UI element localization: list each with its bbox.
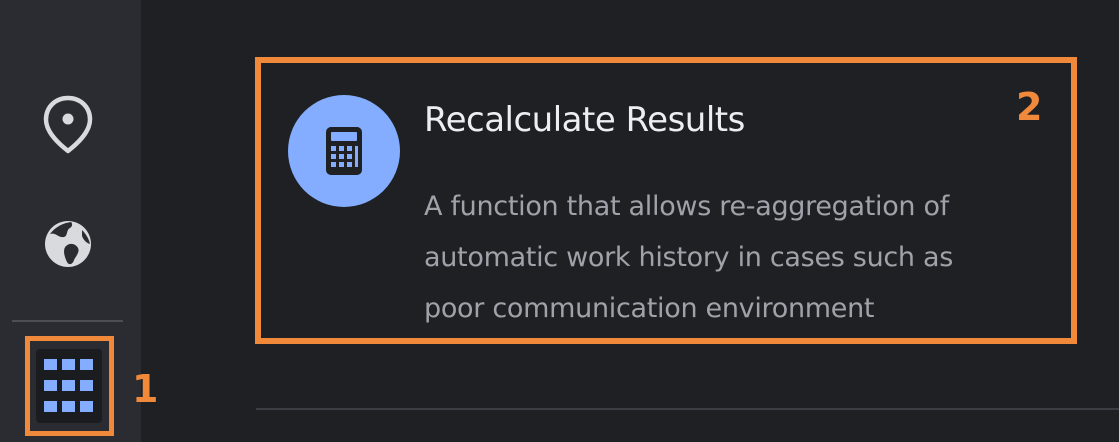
sidebar [0,0,141,442]
calculator-icon-circle [288,95,400,207]
callout-label-1: 1 [132,367,159,411]
apps-grid-icon[interactable] [36,349,102,423]
card-description-line: poor communication environment [424,293,875,324]
apps-grid-highlight[interactable] [25,336,114,436]
card-title: Recalculate Results [424,100,745,140]
card-description-line: A function that allows re-aggregation of [424,191,949,222]
calculator-icon [326,127,362,175]
sidebar-divider [12,320,123,322]
card-description-line: automatic work history in cases such as [424,242,954,273]
globe-icon[interactable] [36,212,100,276]
section-divider [256,408,1119,410]
card-description: A function that allows re-aggregation of… [424,181,1044,334]
location-pin-icon[interactable] [36,92,100,156]
